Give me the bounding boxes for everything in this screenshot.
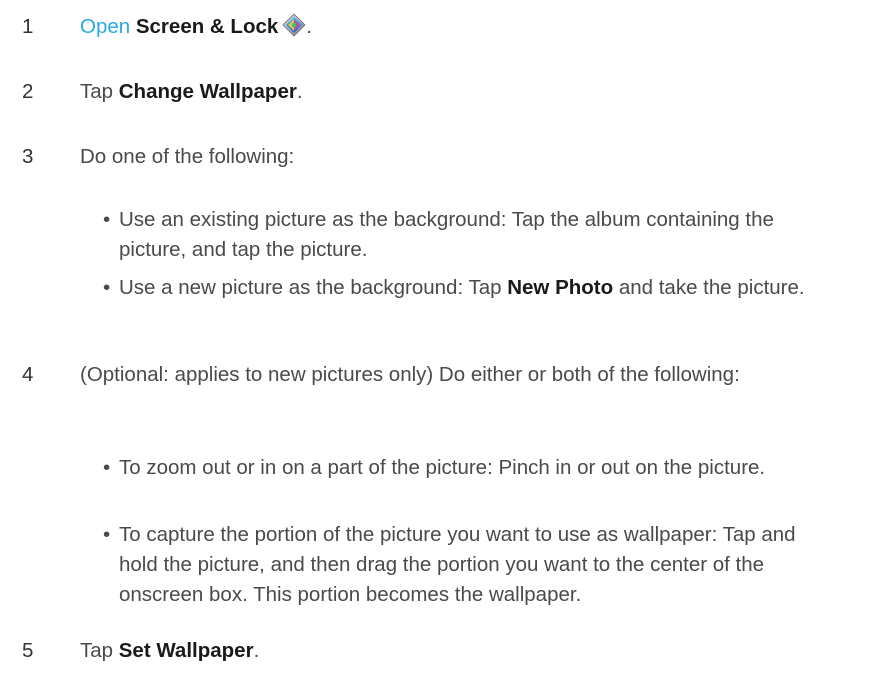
bullet-icon: • bbox=[103, 456, 111, 479]
bullet-icon: • bbox=[103, 276, 111, 299]
step-number: 5 bbox=[22, 639, 34, 662]
bullet-icon: • bbox=[103, 523, 111, 546]
step-number: 1 bbox=[22, 15, 34, 38]
step-text: (Optional: applies to new pictures only)… bbox=[80, 363, 740, 386]
bullet-text: Use a new picture as the background: Tap… bbox=[119, 273, 835, 303]
step-period: . bbox=[253, 639, 260, 662]
screen-and-lock-app-icon bbox=[282, 13, 306, 37]
step-prefix: Tap bbox=[80, 639, 119, 662]
step-period: . bbox=[296, 80, 303, 103]
step-number: 4 bbox=[22, 363, 34, 386]
open-link[interactable]: Open bbox=[80, 15, 130, 38]
bullet-text: To capture the portion of the picture yo… bbox=[119, 523, 796, 606]
bullet-text: Use an existing picture as the backgroun… bbox=[119, 208, 774, 261]
bullet-suffix: and take the picture. bbox=[613, 276, 805, 299]
bullet-text: To zoom out or in on a part of the pictu… bbox=[119, 456, 766, 479]
step-text: Do one of the following: bbox=[80, 145, 295, 168]
app-name: Screen & Lock bbox=[135, 15, 279, 38]
step-period: . bbox=[306, 15, 312, 38]
step-number: 3 bbox=[22, 145, 34, 168]
set-wallpaper-label: Set Wallpaper bbox=[118, 639, 254, 662]
step-text: Tap Change Wallpaper. bbox=[80, 77, 835, 107]
change-wallpaper-label: Change Wallpaper bbox=[118, 80, 297, 103]
step-number: 2 bbox=[22, 80, 34, 103]
step-prefix: Tap bbox=[80, 80, 119, 103]
bullet-icon: • bbox=[103, 208, 111, 231]
new-photo-label: New Photo bbox=[507, 276, 614, 299]
step-text: Tap Set Wallpaper. bbox=[80, 636, 835, 666]
step-text: Open Screen & Lock . bbox=[80, 12, 835, 42]
bullet-prefix: Use a new picture as the background: Tap bbox=[119, 276, 508, 299]
